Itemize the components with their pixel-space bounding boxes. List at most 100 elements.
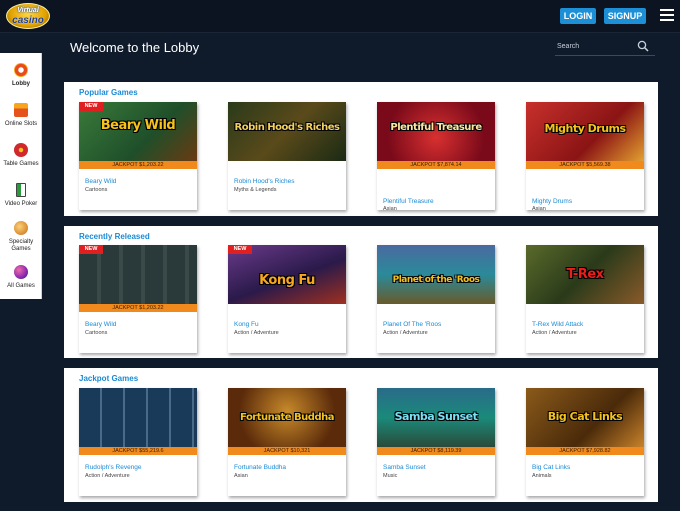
game-name[interactable]: Kong Fu bbox=[234, 321, 259, 328]
game-name[interactable]: Beary Wild bbox=[85, 321, 116, 328]
sidebar-item-label: Table Games bbox=[3, 161, 39, 167]
sidebar-item-label: All Games bbox=[7, 283, 35, 289]
game-card-planet-of-the-roos[interactable]: Planet of the 'Roos Planet Of The 'Roos … bbox=[377, 245, 495, 353]
game-thumbnail[interactable]: Fortunate Buddha bbox=[228, 388, 346, 447]
game-card-fortunate-buddha[interactable]: Fortunate Buddha JACKPOT $10,321 Fortuna… bbox=[228, 388, 346, 496]
game-card-big-cat-links[interactable]: Big Cat Links JACKPOT $7,928.82 Big Cat … bbox=[526, 388, 644, 496]
game-name[interactable]: Beary Wild bbox=[85, 178, 116, 185]
section-title: Recently Released bbox=[79, 232, 150, 241]
thumbnail-art-text: Robin Hood's Riches bbox=[234, 122, 340, 133]
search-underline bbox=[555, 55, 655, 56]
sidebar-item-specialty-games[interactable]: Specialty Games bbox=[0, 221, 42, 253]
game-card-mighty-drums[interactable]: Mighty Drums JACKPOT $5,569.38 Mighty Dr… bbox=[526, 102, 644, 212]
game-thumbnail[interactable]: Plentiful Treasure bbox=[377, 102, 495, 161]
game-card-beary-wild[interactable]: Beary Wild NEW JACKPOT $1,203.22 Beary W… bbox=[79, 102, 197, 210]
game-category: Music bbox=[383, 473, 398, 479]
game-card-beary-wild[interactable]: NEW JACKPOT $1,203.22 Beary Wild Cartoon… bbox=[79, 245, 197, 353]
game-name[interactable]: Rudolph's Revenge bbox=[85, 464, 142, 471]
game-name[interactable]: Mighty Drums bbox=[532, 198, 572, 205]
new-badge: NEW bbox=[79, 102, 103, 111]
game-name[interactable]: Planet Of The 'Roos bbox=[383, 321, 441, 328]
all-games-icon bbox=[14, 265, 28, 279]
game-thumbnail[interactable]: Beary Wild NEW bbox=[79, 102, 197, 161]
lobby-icon bbox=[14, 63, 28, 77]
game-card-rudolphs-revenge[interactable]: JACKPOT $55,219.6 Rudolph's Revenge Acti… bbox=[79, 388, 197, 496]
page-title: Welcome to the Lobby bbox=[70, 40, 200, 55]
game-thumbnail[interactable]: Big Cat Links bbox=[526, 388, 644, 447]
jackpot-bar: JACKPOT $7,928.82 bbox=[526, 447, 644, 455]
game-name[interactable]: Robin Hood's Riches bbox=[234, 178, 295, 185]
jackpot-bar: JACKPOT $1,203.22 bbox=[79, 304, 197, 312]
sidebar-item-table-games[interactable]: Table Games bbox=[0, 143, 42, 168]
jackpot-bar: JACKPOT $8,119.39 bbox=[377, 447, 495, 455]
game-card-samba-sunset[interactable]: Samba Sunset JACKPOT $8,119.39 Samba Sun… bbox=[377, 388, 495, 496]
section-title: Popular Games bbox=[79, 88, 138, 97]
game-thumbnail[interactable]: Robin Hood's Riches bbox=[228, 102, 346, 161]
sidebar-item-online-slots[interactable]: Online Slots bbox=[0, 103, 42, 128]
thumbnail-art-text: Kong Fu bbox=[259, 273, 315, 288]
jackpot-bar: JACKPOT $1,203.22 bbox=[79, 161, 197, 169]
login-button[interactable]: LOGIN bbox=[560, 8, 596, 24]
sidebar-item-label: Video Poker bbox=[4, 201, 38, 207]
thumbnail-art-text: Fortunate Buddha bbox=[240, 412, 334, 423]
thumbnail-art-text: Planet of the 'Roos bbox=[392, 275, 480, 285]
logo-top-text: Virtual bbox=[17, 7, 39, 14]
thumbnail-art-text: Big Cat Links bbox=[547, 410, 623, 423]
search-icon[interactable] bbox=[637, 40, 649, 52]
virtual-casino-logo[interactable]: Virtual casino bbox=[6, 3, 50, 29]
jackpot-bar: JACKPOT $10,321 bbox=[228, 447, 346, 455]
game-category: Action / Adventure bbox=[234, 330, 279, 336]
game-card-robin-hoods-riches[interactable]: Robin Hood's Riches Robin Hood's Riches … bbox=[228, 102, 346, 210]
game-name[interactable]: T-Rex Wild Attack bbox=[532, 321, 583, 328]
game-name[interactable]: Fortunate Buddha bbox=[234, 464, 286, 471]
slot-machine-icon bbox=[14, 103, 28, 117]
game-name[interactable]: Big Cat Links bbox=[532, 464, 570, 471]
game-category: Cartoons bbox=[85, 187, 108, 193]
game-thumbnail[interactable]: Kong Fu NEW bbox=[228, 245, 346, 304]
top-bar: Virtual casino LOGIN SIGNUP bbox=[0, 0, 680, 33]
thumbnail-art-text: Samba Sunset bbox=[394, 410, 478, 423]
jackpot-bar: JACKPOT $55,219.6 bbox=[79, 447, 197, 455]
game-thumbnail[interactable]: Samba Sunset bbox=[377, 388, 495, 447]
game-category: Action / Adventure bbox=[85, 473, 130, 479]
sidebar-item-label: Online Slots bbox=[4, 121, 38, 127]
game-card-kong-fu[interactable]: Kong Fu NEW Kong Fu Action / Adventure bbox=[228, 245, 346, 353]
game-name[interactable]: Plentiful Treasure bbox=[383, 198, 434, 205]
sidebar: Lobby Online Slots Table Games Video Pok… bbox=[0, 53, 42, 299]
sidebar-item-label: Lobby bbox=[12, 81, 30, 87]
game-thumbnail[interactable]: NEW bbox=[79, 245, 197, 304]
game-thumbnail[interactable]: T-Rex bbox=[526, 245, 644, 304]
thumbnail-art-text: Mighty Drums bbox=[544, 122, 626, 135]
search-input[interactable]: Search bbox=[557, 43, 579, 50]
section-popular-games: Popular Games Beary Wild NEW JACKPOT $1,… bbox=[64, 82, 658, 216]
game-category: Asian bbox=[532, 206, 546, 212]
thumbnail-art-text: Beary Wild bbox=[100, 118, 176, 133]
game-thumbnail[interactable]: Mighty Drums bbox=[526, 102, 644, 161]
new-badge: NEW bbox=[228, 245, 252, 254]
sidebar-item-all-games[interactable]: All Games bbox=[0, 265, 42, 290]
section-title: Jackpot Games bbox=[79, 374, 139, 383]
game-card-t-rex-wild-attack[interactable]: T-Rex T-Rex Wild Attack Action / Adventu… bbox=[526, 245, 644, 353]
menu-icon[interactable] bbox=[660, 9, 674, 22]
game-card-plentiful-treasure[interactable]: Plentiful Treasure JACKPOT $7,874.14 Ple… bbox=[377, 102, 495, 212]
game-category: Myths & Legends bbox=[234, 187, 277, 193]
new-badge: NEW bbox=[79, 245, 103, 254]
sidebar-item-label: Specialty Games bbox=[8, 239, 34, 252]
jackpot-bar: JACKPOT $5,569.38 bbox=[526, 161, 644, 169]
game-category: Action / Adventure bbox=[383, 330, 428, 336]
thumbnail-art-text: T-Rex bbox=[566, 267, 604, 282]
section-recently-released: Recently Released NEW JACKPOT $1,203.22 … bbox=[64, 226, 658, 358]
game-category: Animals bbox=[532, 473, 552, 479]
game-thumbnail[interactable]: Planet of the 'Roos bbox=[377, 245, 495, 304]
game-thumbnail[interactable] bbox=[79, 388, 197, 447]
sidebar-item-video-poker[interactable]: Video Poker bbox=[0, 183, 42, 208]
thumbnail-art-text: Plentiful Treasure bbox=[390, 122, 482, 133]
game-category: Asian bbox=[234, 473, 248, 479]
game-category: Asian bbox=[383, 206, 397, 212]
game-name[interactable]: Samba Sunset bbox=[383, 464, 426, 471]
roulette-icon bbox=[14, 143, 28, 157]
playing-card-icon bbox=[16, 183, 26, 197]
signup-button[interactable]: SIGNUP bbox=[604, 8, 646, 24]
sidebar-item-lobby[interactable]: Lobby bbox=[0, 63, 42, 88]
game-category: Cartoons bbox=[85, 330, 108, 336]
